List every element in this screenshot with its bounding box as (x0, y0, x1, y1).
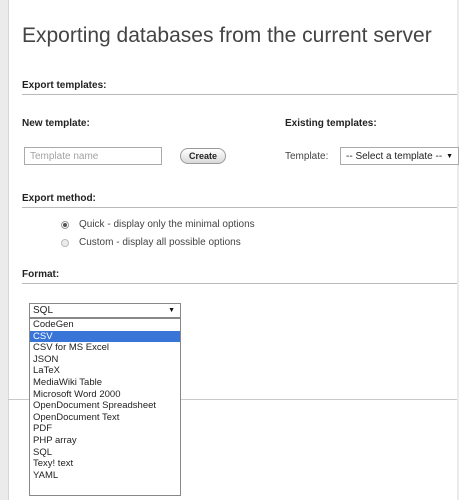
chevron-down-icon: ▼ (446, 152, 454, 160)
template-select-value: -- Select a template -- (346, 150, 443, 162)
format-select-value: SQL (33, 305, 54, 316)
radio-unchecked-icon[interactable] (61, 238, 69, 247)
export-templates-heading: Export templates: (22, 80, 457, 95)
existing-templates-heading: Existing templates: (285, 118, 377, 129)
template-select[interactable]: -- Select a template -- ▼ (340, 147, 459, 165)
format-option-sql[interactable]: SQL (30, 447, 180, 459)
new-template-heading: New template: (22, 118, 90, 129)
format-option-yaml[interactable]: YAML (30, 470, 180, 482)
format-option-json[interactable]: JSON (30, 354, 180, 366)
format-heading: Format: (22, 269, 457, 284)
radio-checked-icon[interactable] (61, 220, 69, 229)
format-option-mediawiki[interactable]: MediaWiki Table (30, 377, 180, 389)
create-button[interactable]: Create (180, 148, 226, 164)
format-option-codegen[interactable]: CodeGen (30, 319, 180, 331)
radio-option-custom[interactable]: Custom - display all possible options (61, 237, 241, 248)
format-select[interactable]: SQL ▼ (29, 303, 181, 318)
format-dropdown-list[interactable]: CodeGen CSV CSV for MS Excel JSON LaTeX … (29, 318, 181, 496)
export-method-heading: Export method: (22, 193, 457, 208)
template-label: Template: (285, 151, 329, 162)
format-option-latex[interactable]: LaTeX (30, 365, 180, 377)
radio-option-quick[interactable]: Quick - display only the minimal options (61, 219, 255, 230)
page-title: Exporting databases from the current ser… (22, 24, 432, 47)
template-name-input[interactable] (24, 147, 162, 165)
format-option-csv-excel[interactable]: CSV for MS Excel (30, 342, 180, 354)
radio-label-quick: Quick - display only the minimal options (79, 219, 255, 230)
format-option-word[interactable]: Microsoft Word 2000 (30, 389, 180, 401)
radio-label-custom: Custom - display all possible options (79, 237, 241, 248)
chevron-down-icon: ▼ (168, 307, 175, 314)
format-option-texy[interactable]: Texy! text (30, 458, 180, 470)
format-option-csv[interactable]: CSV (30, 330, 180, 343)
left-frame-edge (0, 0, 9, 500)
format-option-odt[interactable]: OpenDocument Text (30, 412, 180, 424)
format-option-pdf[interactable]: PDF (30, 423, 180, 435)
format-option-ods[interactable]: OpenDocument Spreadsheet (30, 400, 180, 412)
format-option-php-array[interactable]: PHP array (30, 435, 180, 447)
